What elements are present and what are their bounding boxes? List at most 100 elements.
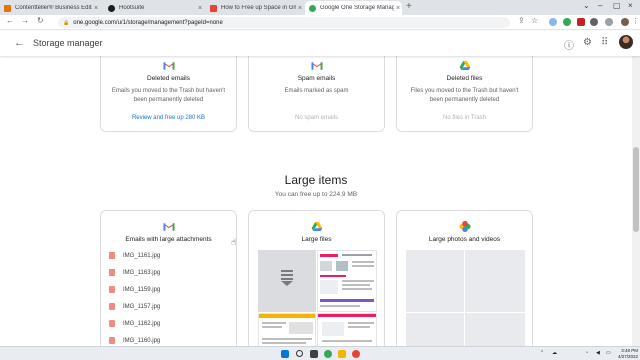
no-spam-status: No spam emails: [294, 115, 338, 121]
image-file-icon: [109, 252, 115, 259]
extension-icon[interactable]: [549, 18, 557, 26]
windows-start-icon[interactable]: [281, 350, 289, 358]
reading-list-icon[interactable]: [605, 18, 613, 26]
new-tab-icon[interactable]: +: [406, 1, 412, 12]
file-thumbnail[interactable]: [258, 313, 316, 346]
edge-browser-icon[interactable]: [324, 350, 332, 358]
photo-thumbnail[interactable]: [465, 313, 525, 346]
battery-icon[interactable]: ▭: [606, 350, 611, 356]
card-description: Emails marked as spam: [284, 88, 349, 94]
tab-google-one-storage[interactable]: Google One Storage Managem ×: [305, 1, 402, 15]
close-tab-icon[interactable]: ×: [394, 5, 402, 12]
list-item[interactable]: IMG_1160.jpg: [109, 332, 160, 346]
contentteller-favicon-icon: [4, 4, 11, 12]
photo-thumbnail[interactable]: [406, 313, 464, 346]
list-item[interactable]: IMG_1163.jpg: [109, 264, 160, 281]
image-file-icon: [109, 320, 115, 327]
large-items-heading: Large items: [284, 173, 348, 187]
system-clock[interactable]: 3:48 PM 4/27/2022: [618, 348, 638, 360]
file-name: IMG_1163.jpg: [123, 269, 161, 276]
gmail-logo-icon: [163, 223, 174, 231]
browser-toolbar: ← → ↻ 🔒 one.google.com/u/1/storage/manag…: [0, 15, 640, 30]
list-item[interactable]: IMG_1161.jpg: [109, 247, 160, 264]
card-title: Spam emails: [297, 75, 336, 82]
photo-thumbnail[interactable]: [465, 250, 525, 312]
url-text: one.google.com/u/1/storage/management?pa…: [73, 19, 223, 26]
close-tab-icon[interactable]: ×: [296, 5, 304, 12]
reload-icon[interactable]: ↻: [37, 16, 44, 25]
file-type-icon: [281, 270, 293, 286]
google-one-favicon-icon: [309, 4, 316, 12]
page-scrollbar-thumb[interactable]: [633, 147, 639, 232]
close-tab-icon[interactable]: ×: [196, 5, 204, 12]
image-file-icon: [109, 286, 115, 293]
minimize-icon[interactable]: –: [598, 1, 602, 10]
chrome-icon[interactable]: [352, 350, 360, 358]
google-drive-logo-icon: [311, 222, 322, 231]
review-deleted-emails-link[interactable]: Review and free up 280 KB: [101, 115, 236, 121]
tab-search-icon[interactable]: ⌄: [583, 1, 590, 10]
card-description: Emails you moved to the Trash but haven'…: [111, 88, 226, 103]
help-icon[interactable]: ⓘ: [564, 37, 574, 52]
tab-title: Contentteller® Business Edition: [15, 5, 92, 11]
large-attachments-card[interactable]: Emails with large attachments IMG_1161.j…: [100, 210, 237, 346]
card-description: Files you moved to the Trash but haven't…: [410, 88, 519, 103]
file-thumbnail[interactable]: [258, 250, 316, 312]
weather-icon[interactable]: ☁: [552, 350, 557, 356]
large-photos-videos-card[interactable]: Large photos and videos: [396, 210, 533, 346]
wifi-icon[interactable]: ◔: [585, 350, 588, 356]
apps-grid-icon[interactable]: ⠿: [601, 37, 608, 48]
mouse-cursor-icon: ☝: [231, 237, 237, 247]
gmail-logo-icon: [311, 62, 322, 70]
task-view-icon[interactable]: [310, 350, 318, 358]
close-window-icon[interactable]: ×: [628, 1, 633, 10]
attachment-file-list: IMG_1161.jpg IMG_1163.jpg IMG_1159.jpg I…: [109, 247, 160, 346]
search-icon[interactable]: [296, 350, 303, 357]
file-name: IMG_1159.jpg: [123, 286, 161, 293]
lock-icon: 🔒: [63, 19, 70, 26]
file-thumbnail[interactable]: [317, 313, 377, 346]
share-icon[interactable]: ⇪: [518, 16, 525, 25]
list-item[interactable]: IMG_1162.jpg: [109, 315, 160, 332]
app-header: ← Storage manager ⓘ ⚙ ⠿: [0, 31, 640, 56]
maximize-icon[interactable]: ▢: [613, 1, 621, 10]
back-arrow-icon[interactable]: ←: [14, 37, 25, 49]
card-title: Large photos and videos: [428, 236, 501, 243]
tab-hootsuite[interactable]: Hootsuite ×: [104, 1, 204, 15]
settings-gear-icon[interactable]: ⚙: [583, 37, 592, 48]
document-preview-icon: [259, 314, 315, 344]
tab-title: How to Free up Space in Gmail: [221, 5, 296, 11]
browser-profile-avatar[interactable]: [621, 18, 629, 26]
windows-taskbar: ⌃ ☁ ◔ ◀ ▭ 3:48 PM 4/27/2022: [0, 346, 640, 360]
close-tab-icon[interactable]: ×: [92, 5, 100, 12]
account-avatar[interactable]: [619, 35, 633, 49]
card-title: Deleted files: [446, 75, 483, 82]
no-trash-files-status: No files in Trash: [442, 115, 487, 121]
volume-icon[interactable]: ◀: [596, 350, 600, 356]
browser-back-icon[interactable]: ←: [6, 16, 14, 25]
file-name: IMG_1160.jpg: [123, 337, 161, 344]
browser-tab-strip: Contentteller® Business Edition × Hootsu…: [0, 0, 640, 15]
bookmark-star-icon[interactable]: ☆: [531, 16, 538, 25]
tab-free-up-space[interactable]: How to Free up Space in Gmail ×: [206, 1, 304, 15]
photo-thumbnail[interactable]: [406, 250, 464, 312]
list-item[interactable]: IMG_1157.jpg: [109, 298, 160, 315]
list-item[interactable]: IMG_1159.jpg: [109, 281, 160, 298]
card-title: Deleted emails: [147, 75, 190, 82]
extensions-puzzle-icon[interactable]: [590, 18, 598, 26]
file-explorer-icon[interactable]: [338, 350, 346, 358]
file-thumbnail[interactable]: [317, 250, 377, 312]
browser-forward-icon[interactable]: →: [21, 16, 29, 25]
extension-icon[interactable]: [577, 18, 585, 26]
browser-menu-icon[interactable]: ⋮: [632, 17, 639, 25]
spam-emails-card: Spam emails Emails marked as spam No spa…: [248, 56, 385, 132]
image-file-icon: [109, 337, 115, 344]
tab-title: Hootsuite: [119, 5, 145, 11]
tab-contentteller[interactable]: Contentteller® Business Edition ×: [0, 1, 100, 15]
deleted-files-card: Deleted files Files you moved to the Tra…: [396, 56, 533, 132]
address-bar[interactable]: 🔒 one.google.com/u/1/storage/management?…: [58, 17, 510, 28]
tray-overflow-icon[interactable]: ⌃: [540, 350, 544, 356]
extension-icon[interactable]: [563, 18, 571, 26]
google-photos-logo-icon: [459, 221, 470, 232]
large-files-card[interactable]: Large files: [248, 210, 385, 346]
